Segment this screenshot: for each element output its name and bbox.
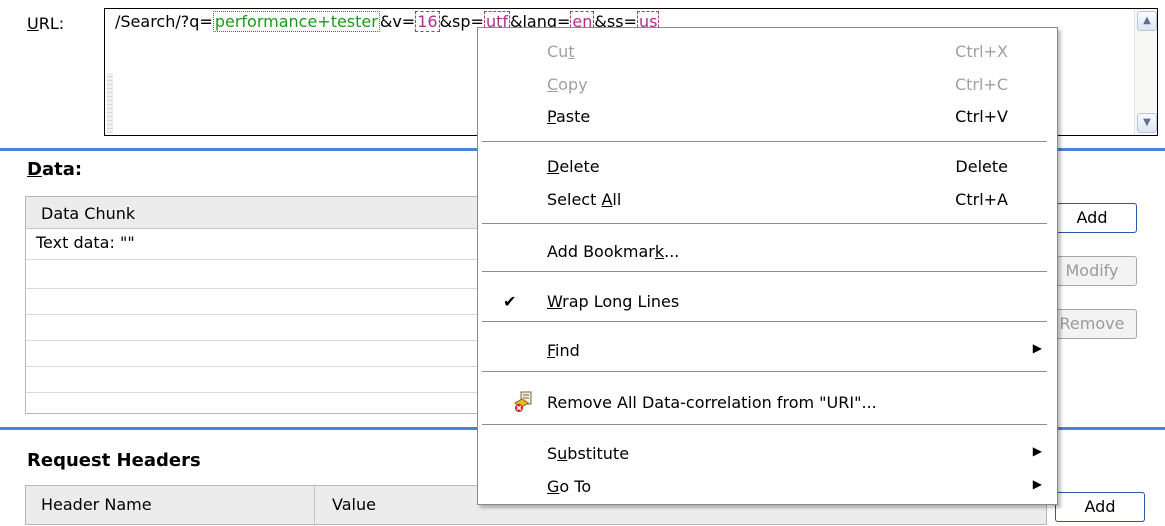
shortcut-select-all: Ctrl+A (955, 190, 1008, 209)
remove-correlation-icon (513, 391, 535, 413)
shortcut-delete: Delete (955, 157, 1008, 176)
submenu-arrow-icon: ▶ (1032, 477, 1042, 491)
menu-item-copy[interactable]: Copy Ctrl+C (479, 69, 1056, 101)
menu-item-paste[interactable]: Paste Ctrl+V (479, 101, 1056, 133)
url-scrollbar[interactable]: ▲ ▼ (1134, 9, 1157, 135)
menu-separator (482, 371, 1047, 372)
submenu-arrow-icon: ▶ (1032, 444, 1042, 458)
shortcut-copy: Ctrl+C (954, 75, 1008, 94)
menu-separator (482, 424, 1047, 425)
table-row[interactable]: Text data: "" (36, 233, 135, 252)
context-menu: Cut Ctrl+X Copy Ctrl+C Paste Ctrl+V Dele… (477, 27, 1058, 505)
scroll-down-icon[interactable]: ▼ (1137, 113, 1157, 133)
menu-item-cut[interactable]: Cut Ctrl+X (479, 36, 1056, 68)
menu-separator (482, 321, 1047, 322)
column-header-name[interactable]: Header Name (41, 495, 152, 514)
data-section-title: Data: (27, 159, 83, 180)
column-divider (314, 486, 315, 526)
data-remove-button[interactable]: Remove (1047, 309, 1137, 339)
headers-add-button[interactable]: Add (1055, 492, 1145, 522)
menu-item-remove-correlation[interactable]: Remove All Data-correlation from "URI"..… (479, 387, 1056, 419)
gutter-strip (107, 73, 113, 133)
menu-item-select-all[interactable]: Select All Ctrl+A (479, 184, 1056, 216)
menu-separator (482, 141, 1047, 142)
menu-item-go-to[interactable]: Go To ▶ (479, 471, 1056, 503)
menu-item-delete[interactable]: Delete Delete (479, 151, 1056, 183)
menu-item-add-bookmark[interactable]: Add Bookmark... (479, 236, 1056, 268)
data-modify-button[interactable]: Modify (1047, 256, 1137, 286)
scroll-up-icon[interactable]: ▲ (1137, 11, 1157, 31)
column-header-data-chunk[interactable]: Data Chunk (41, 204, 135, 223)
menu-separator (482, 223, 1047, 224)
menu-item-substitute[interactable]: Substitute ▶ (479, 438, 1056, 470)
checkmark-icon: ✔ (503, 292, 517, 311)
menu-separator (482, 271, 1047, 272)
param-q[interactable]: performance+tester (212, 11, 380, 32)
shortcut-paste: Ctrl+V (955, 107, 1008, 126)
menu-item-find[interactable]: Find ▶ (479, 335, 1056, 367)
submenu-arrow-icon: ▶ (1032, 341, 1042, 355)
param-v[interactable]: 16 (415, 11, 440, 32)
column-header-value[interactable]: Value (332, 495, 376, 514)
menu-item-wrap-long-lines[interactable]: ✔ Wrap Long Lines (479, 286, 1056, 318)
shortcut-cut: Ctrl+X (955, 42, 1008, 61)
headers-section-title: Request Headers (27, 450, 201, 471)
data-add-button[interactable]: Add (1047, 203, 1137, 233)
url-label: URL: (27, 14, 65, 33)
